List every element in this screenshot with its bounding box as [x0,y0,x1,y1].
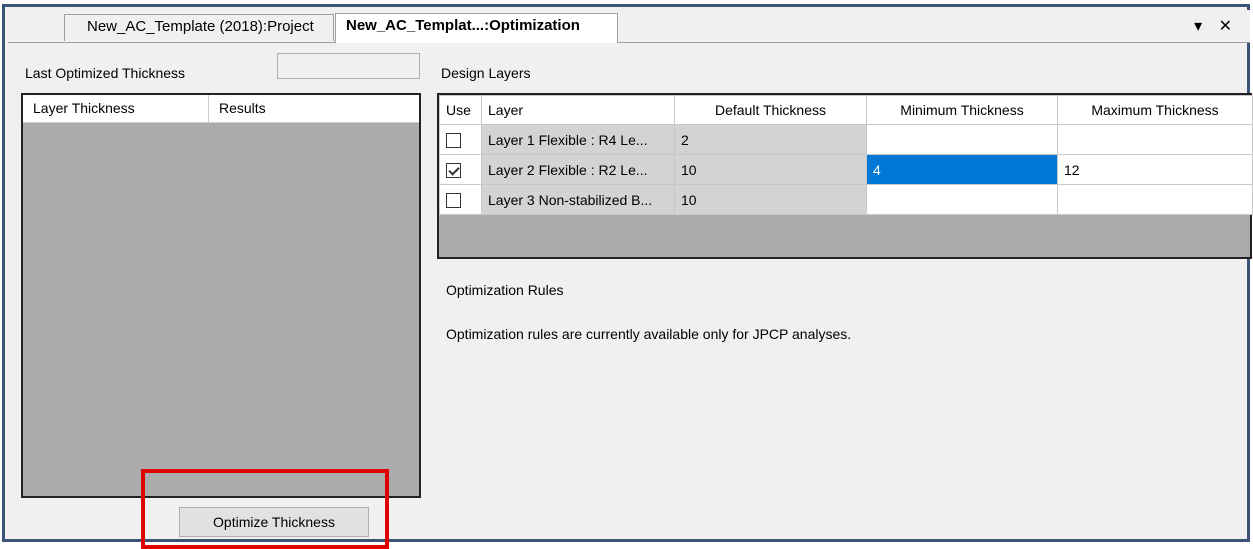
default-thickness-cell: 10 [674,184,867,215]
tab-project[interactable]: New_AC_Template (2018):Project [64,14,334,41]
optimization-window: New_AC_Template (2018):Project New_AC_Te… [2,4,1253,542]
col-header-minimum-thickness[interactable]: Minimum Thickness [866,95,1058,125]
layer-cell: Layer 1 Flexible : R4 Le... [481,124,675,155]
tab-window-controls[interactable]: ▾ ✕ [1194,16,1238,36]
table-row: Layer 2 Flexible : R2 Le... 10 4 12 [439,154,1253,185]
minimum-thickness-cell[interactable] [866,184,1058,215]
maximum-thickness-cell[interactable]: 12 [1057,154,1253,185]
tab-optimization-label: New_AC_Templat...:Optimization [346,17,580,34]
use-checkbox[interactable] [446,162,461,178]
col-header-layer[interactable]: Layer [481,95,675,125]
tab-optimization[interactable]: New_AC_Templat...:Optimization [335,13,618,43]
tab-strip: New_AC_Template (2018):Project New_AC_Te… [8,10,1250,43]
col-header-default-thickness[interactable]: Default Thickness [674,95,867,125]
col-header-layer-thickness[interactable]: Layer Thickness [23,95,209,122]
design-grid-header-row: Use Layer Default Thickness Minimum Thic… [439,95,1253,125]
dropdown-close-icons[interactable]: ▾ ✕ [1194,18,1238,35]
use-cell[interactable] [439,154,482,185]
optimization-rules-message: Optimization rules are currently availab… [446,326,852,342]
minimum-thickness-cell[interactable] [866,124,1058,155]
design-layers-grid[interactable]: Use Layer Default Thickness Minimum Thic… [437,93,1253,259]
optimize-thickness-button[interactable]: Optimize Thickness [179,507,369,537]
col-header-maximum-thickness[interactable]: Maximum Thickness [1057,95,1253,125]
minimum-thickness-cell[interactable]: 4 [866,154,1058,185]
design-layers-title: Design Layers [441,65,531,81]
col-header-use[interactable]: Use [439,95,482,125]
layer-cell: Layer 2 Flexible : R2 Le... [481,154,675,185]
use-cell[interactable] [439,184,482,215]
tab-project-label: New_AC_Template (2018):Project [87,18,314,35]
default-thickness-cell: 10 [674,154,867,185]
last-optimized-label: Last Optimized Thickness [25,65,186,81]
results-grid[interactable]: Layer Thickness Results [21,93,421,498]
table-row: Layer 3 Non-stabilized B... 10 [439,184,1253,215]
col-header-results[interactable]: Results [209,95,409,122]
optimization-rules-title: Optimization Rules [446,282,564,298]
last-optimized-field [277,53,420,79]
results-grid-header: Layer Thickness Results [23,95,419,123]
maximum-thickness-cell[interactable] [1057,184,1253,215]
use-cell[interactable] [439,124,482,155]
use-checkbox[interactable] [446,132,461,148]
use-checkbox[interactable] [446,192,461,208]
default-thickness-cell: 2 [674,124,867,155]
layer-cell: Layer 3 Non-stabilized B... [481,184,675,215]
maximum-thickness-cell[interactable] [1057,124,1253,155]
table-row: Layer 1 Flexible : R4 Le... 2 [439,124,1253,155]
